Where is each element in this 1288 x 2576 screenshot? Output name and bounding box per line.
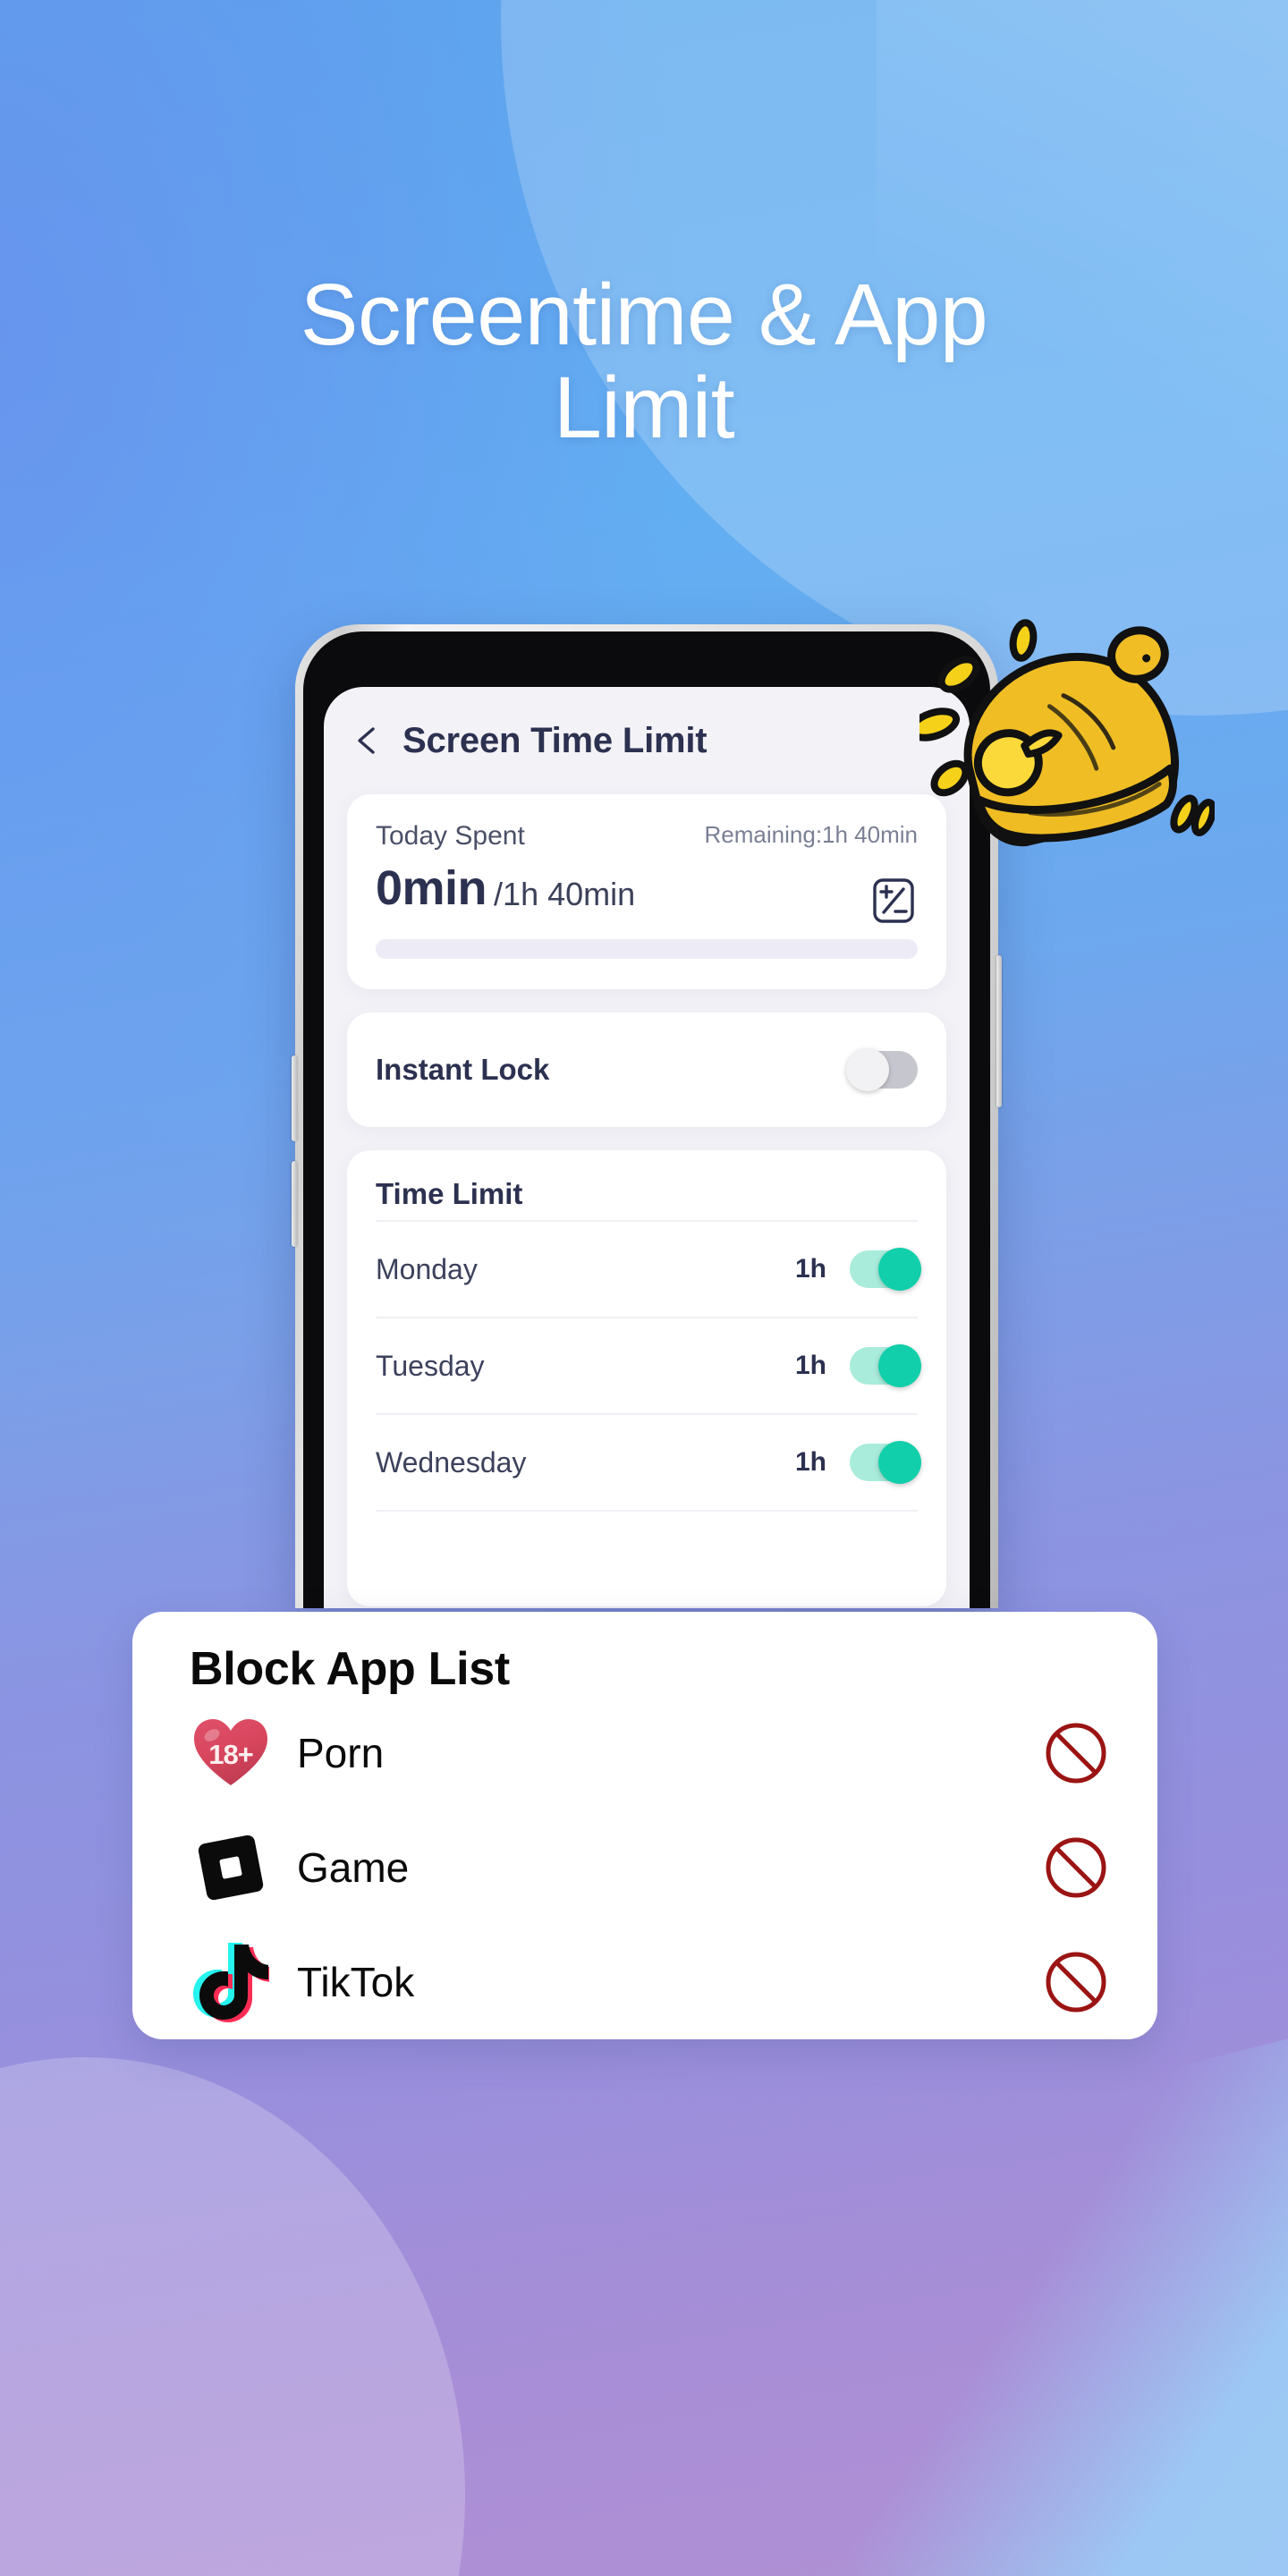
remaining-label: Remaining:1h 40min [704,821,918,848]
block-app-list-card: Block App List 18+ Porn Game TikTok [132,1612,1157,2039]
list-item[interactable]: 18+ Porn [190,1696,1111,1810]
today-spent-value: 0min [376,861,487,915]
time-limit-heading: Time Limit [376,1177,523,1210]
day-toggle[interactable] [850,1441,921,1484]
time-limit-row[interactable]: Monday 1h [376,1220,921,1317]
instant-lock-toggle[interactable] [846,1048,918,1091]
phone-screen: Screen Time Limit Today Spent Remaining:… [324,687,970,1608]
day-label: Monday [376,1252,478,1285]
phone-volume-up-button [292,1055,297,1141]
day-toggle[interactable] [850,1248,921,1291]
app-name: TikTok [297,1959,415,2005]
no-entry-icon[interactable] [1041,1835,1111,1900]
plus-minus-adjust-icon[interactable] [871,877,916,925]
roblox-icon [190,1829,272,1906]
day-limit-value: 1h [794,1351,826,1380]
chevron-left-icon[interactable] [352,725,383,756]
today-spent-label: Today Spent [376,821,525,851]
app-name: Porn [297,1730,385,1776]
phone-volume-down-button [292,1161,297,1247]
page-title: Screentime & App Limit [0,268,1288,454]
page-title-line2: Limit [553,358,735,456]
time-limit-row-partial[interactable] [376,1510,918,1606]
today-spent-total: /1h 40min [494,876,636,913]
screen-time-progress-bar [376,939,918,959]
list-item[interactable]: TikTok [190,1925,1111,2039]
instant-lock-label: Instant Lock [376,1053,550,1086]
age-badge-label: 18+ [208,1739,254,1770]
screen-title: Screen Time Limit [402,720,708,760]
no-entry-icon[interactable] [1041,1950,1111,2014]
today-spent-card: Today Spent Remaining:1h 40min 0min /1h … [347,794,946,989]
page-title-line1: Screentime & App [300,266,988,363]
day-limit-value: 1h [794,1447,826,1477]
instant-lock-card[interactable]: Instant Lock [347,1013,946,1127]
app-navbar: Screen Time Limit [324,687,970,794]
app-name: Game [297,1844,410,1891]
notification-bell-icon [907,615,1217,884]
day-label: Tuesday [376,1349,485,1382]
toggle-knob [846,1048,889,1091]
time-limit-card: Time Limit Monday 1h Tuesday 1h Wednesda… [347,1150,946,1606]
time-limit-row[interactable]: Wednesday 1h [376,1413,921,1510]
toggle-knob [878,1441,921,1484]
day-toggle[interactable] [850,1344,921,1387]
heart-18plus-icon: 18+ [190,1717,272,1789]
no-entry-icon[interactable] [1041,1721,1111,1785]
block-app-list-title: Block App List [190,1643,510,1695]
toggle-knob [878,1248,921,1291]
day-limit-value: 1h [794,1254,826,1284]
toggle-knob [878,1344,921,1387]
day-label: Wednesday [376,1445,527,1479]
tiktok-icon [190,1941,272,2023]
phone-power-button [996,955,1002,1107]
phone-mockup: Screen Time Limit Today Spent Remaining:… [292,624,1002,1608]
time-limit-row[interactable]: Tuesday 1h [376,1317,921,1413]
list-item[interactable]: Game [190,1810,1111,1925]
